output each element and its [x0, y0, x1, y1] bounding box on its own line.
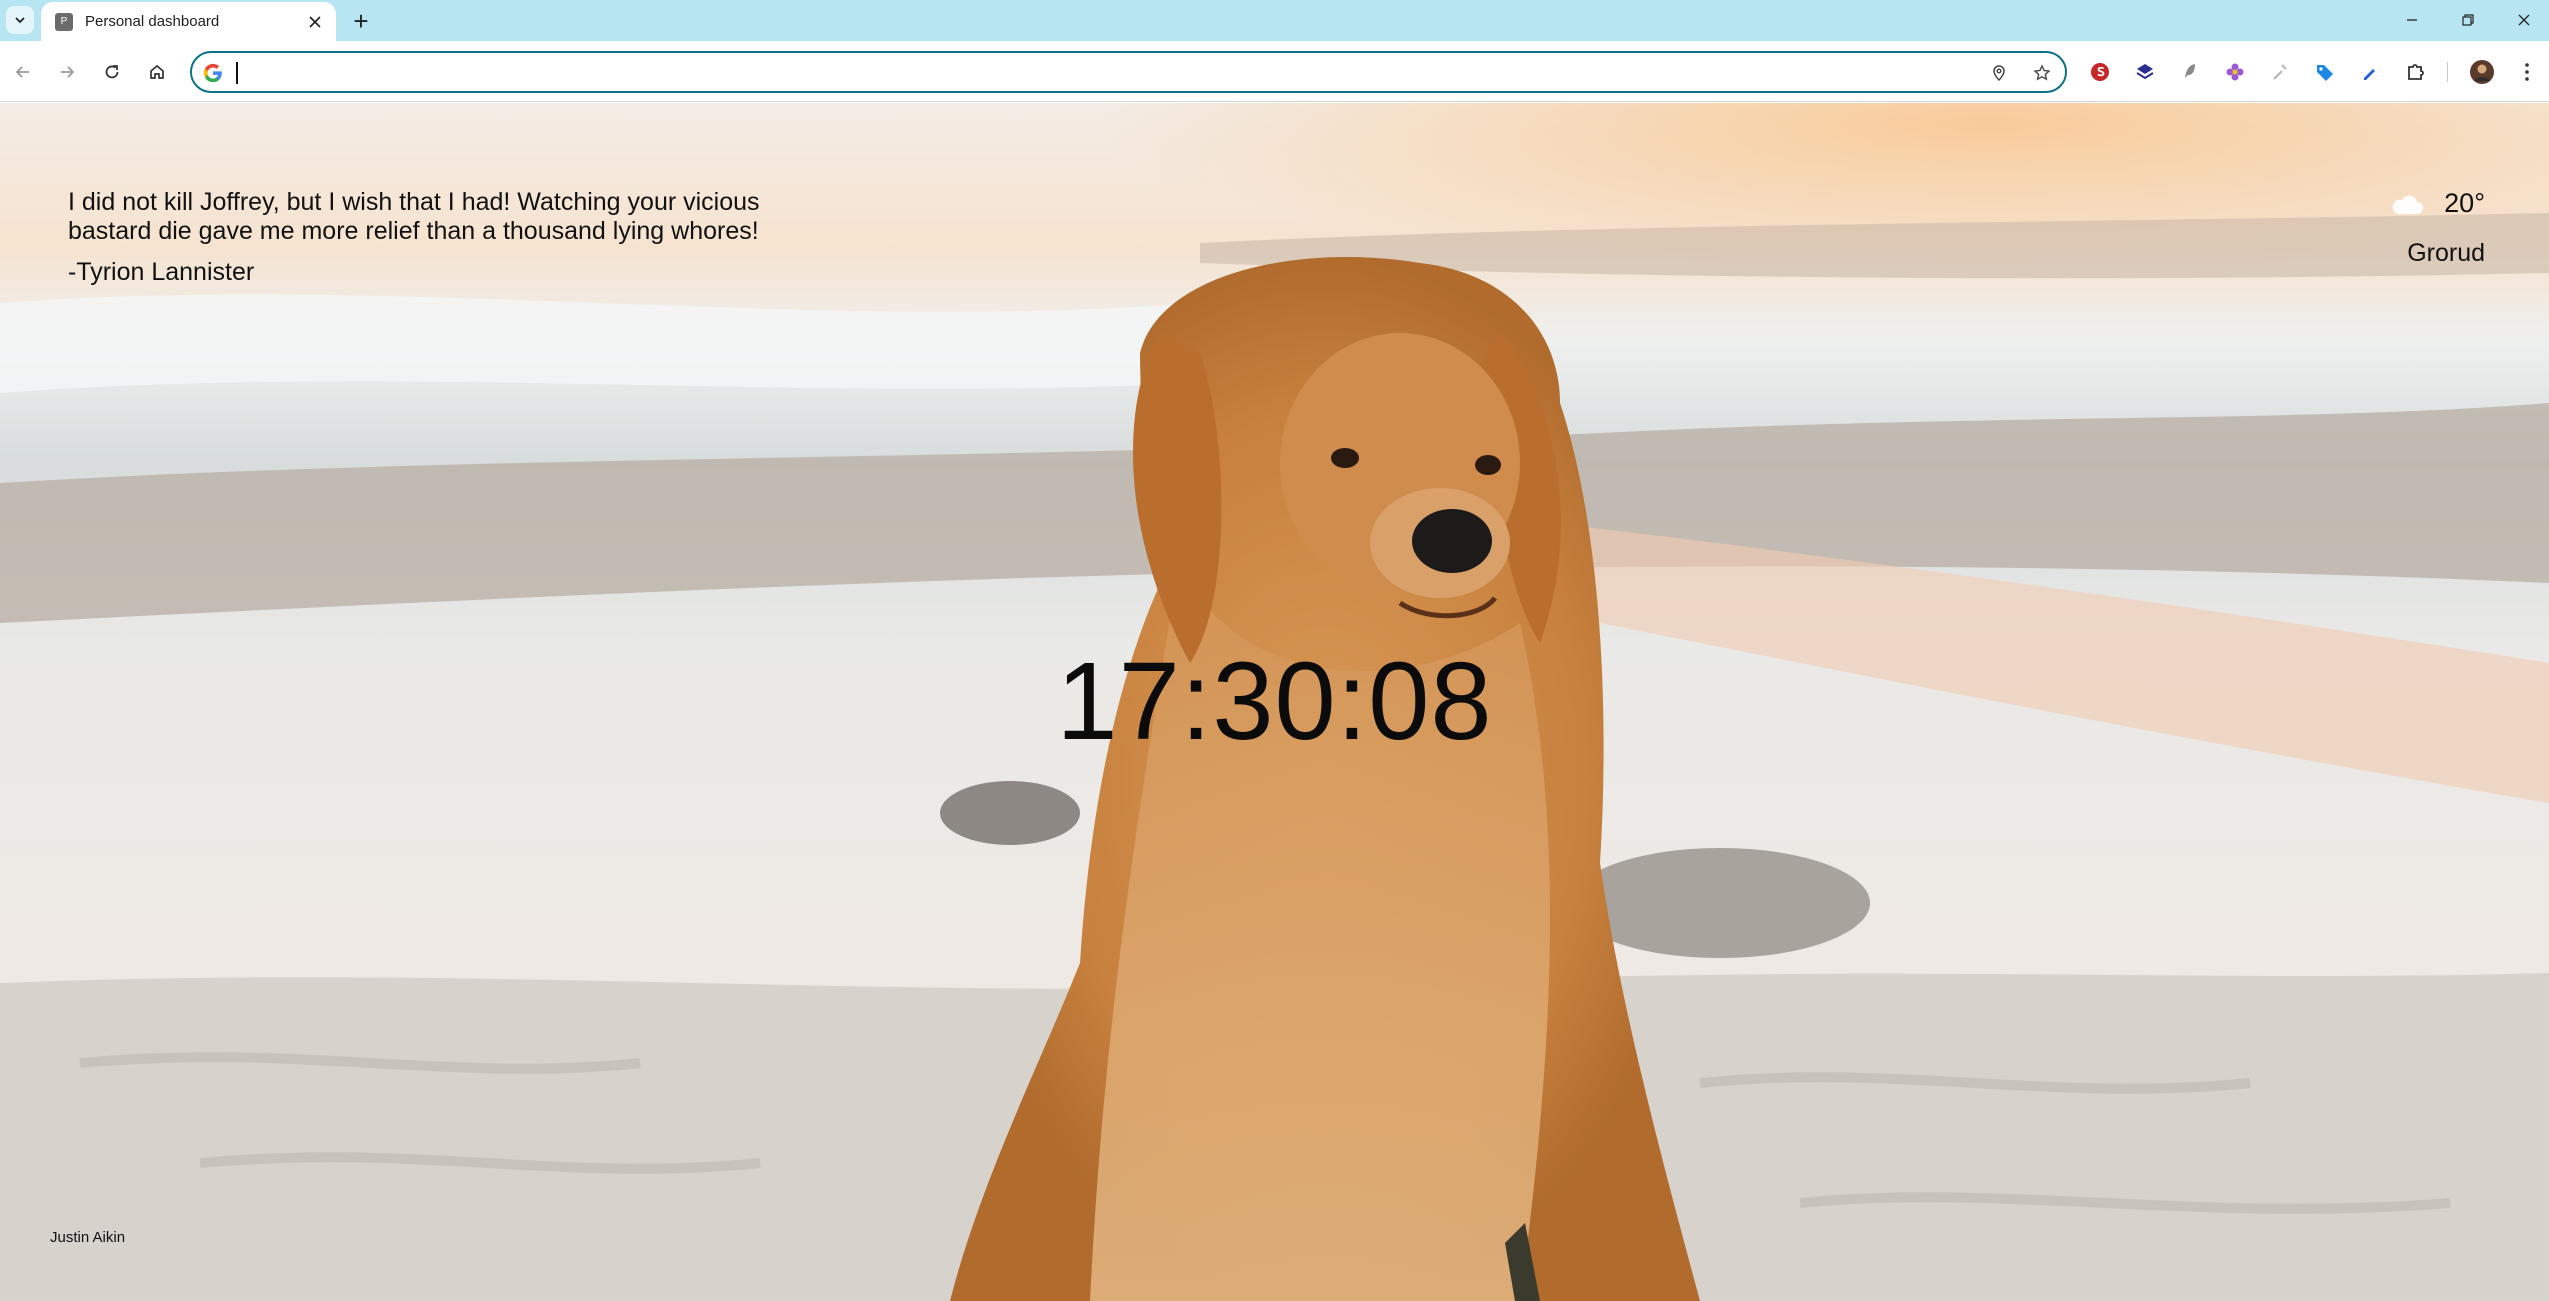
- extension-flower-icon: [2226, 63, 2244, 81]
- extension-layers-icon: [2136, 64, 2154, 80]
- chevron-down-icon: [15, 17, 25, 24]
- browser-menu-button[interactable]: [2512, 57, 2542, 87]
- location-pin-icon: [1993, 65, 2005, 82]
- restore-button[interactable]: [2440, 0, 2496, 40]
- extension-tool-button[interactable]: [2265, 57, 2295, 87]
- tab-personal-dashboard[interactable]: P Personal dashboard: [41, 2, 336, 41]
- toolbar-divider: [2447, 62, 2448, 82]
- close-icon: [2518, 14, 2530, 26]
- extension-pen-button[interactable]: [2355, 57, 2385, 87]
- quote-text: I did not kill Joffrey, but I wish that …: [68, 188, 760, 245]
- extension-tag-icon: [2317, 65, 2333, 81]
- extension-tool-icon: [2273, 64, 2287, 80]
- close-icon: [309, 15, 321, 28]
- tab-strip: P Personal dashboard +: [0, 0, 2549, 41]
- extension-pen-icon: [2364, 69, 2375, 80]
- close-window-button[interactable]: [2496, 0, 2549, 40]
- back-button[interactable]: [6, 55, 40, 89]
- minimize-button[interactable]: [2384, 0, 2440, 40]
- reload-button[interactable]: [95, 55, 129, 89]
- extension-feather-button[interactable]: [2175, 57, 2205, 87]
- avatar: [2470, 60, 2494, 84]
- arrow-left-icon: [15, 66, 29, 78]
- kebab-menu-icon: [2525, 63, 2529, 81]
- address-input[interactable]: [236, 58, 1936, 86]
- extension-s-button[interactable]: [2085, 57, 2115, 87]
- cloud-icon: [2392, 195, 2424, 214]
- forward-button[interactable]: [50, 55, 84, 89]
- location-button[interactable]: [1987, 61, 2011, 85]
- extension-s-icon: [2091, 63, 2109, 81]
- restore-icon: [2462, 14, 2474, 26]
- puzzle-icon: [2408, 64, 2424, 80]
- extension-flower-button[interactable]: [2220, 57, 2250, 87]
- tab-close-button[interactable]: [304, 11, 326, 33]
- weather-city: Grorud: [2407, 239, 2485, 267]
- reload-icon: [105, 65, 119, 79]
- home-button[interactable]: [140, 55, 174, 89]
- minimize-icon: [2407, 19, 2417, 21]
- quote-block: I did not kill Joffrey, but I wish that …: [68, 188, 848, 287]
- tab-title: Personal dashboard: [85, 13, 220, 30]
- temperature: 20°: [2444, 188, 2485, 218]
- profile-button[interactable]: [2467, 57, 2497, 87]
- browser-toolbar: [0, 41, 2549, 102]
- extension-layers-button[interactable]: [2130, 57, 2160, 87]
- dashboard: I did not kill Joffrey, but I wish that …: [0, 103, 2549, 1301]
- bookmark-button[interactable]: [2030, 61, 2054, 85]
- weather-widget: 20° Grorud: [2390, 188, 2485, 268]
- clock-time: 17:30:08: [1056, 640, 1493, 763]
- photo-credit: Justin Aikin: [50, 1229, 126, 1246]
- tab-favicon-icon: P: [55, 12, 73, 31]
- google-icon: [203, 63, 222, 83]
- arrow-right-icon: [61, 66, 75, 78]
- tab-search-button[interactable]: [6, 6, 34, 34]
- extensions-menu-button[interactable]: [2401, 57, 2431, 87]
- address-bar[interactable]: [190, 51, 2067, 93]
- quote-author: -Tyrion Lannister: [68, 258, 255, 286]
- new-tab-button[interactable]: +: [346, 6, 376, 36]
- weather-row: 20°: [2390, 188, 2485, 219]
- extension-feather-icon: [2185, 64, 2195, 78]
- star-icon: [2033, 64, 2051, 81]
- extension-tag-button[interactable]: [2310, 57, 2340, 87]
- home-icon: [150, 64, 164, 79]
- text-caret: [236, 62, 238, 84]
